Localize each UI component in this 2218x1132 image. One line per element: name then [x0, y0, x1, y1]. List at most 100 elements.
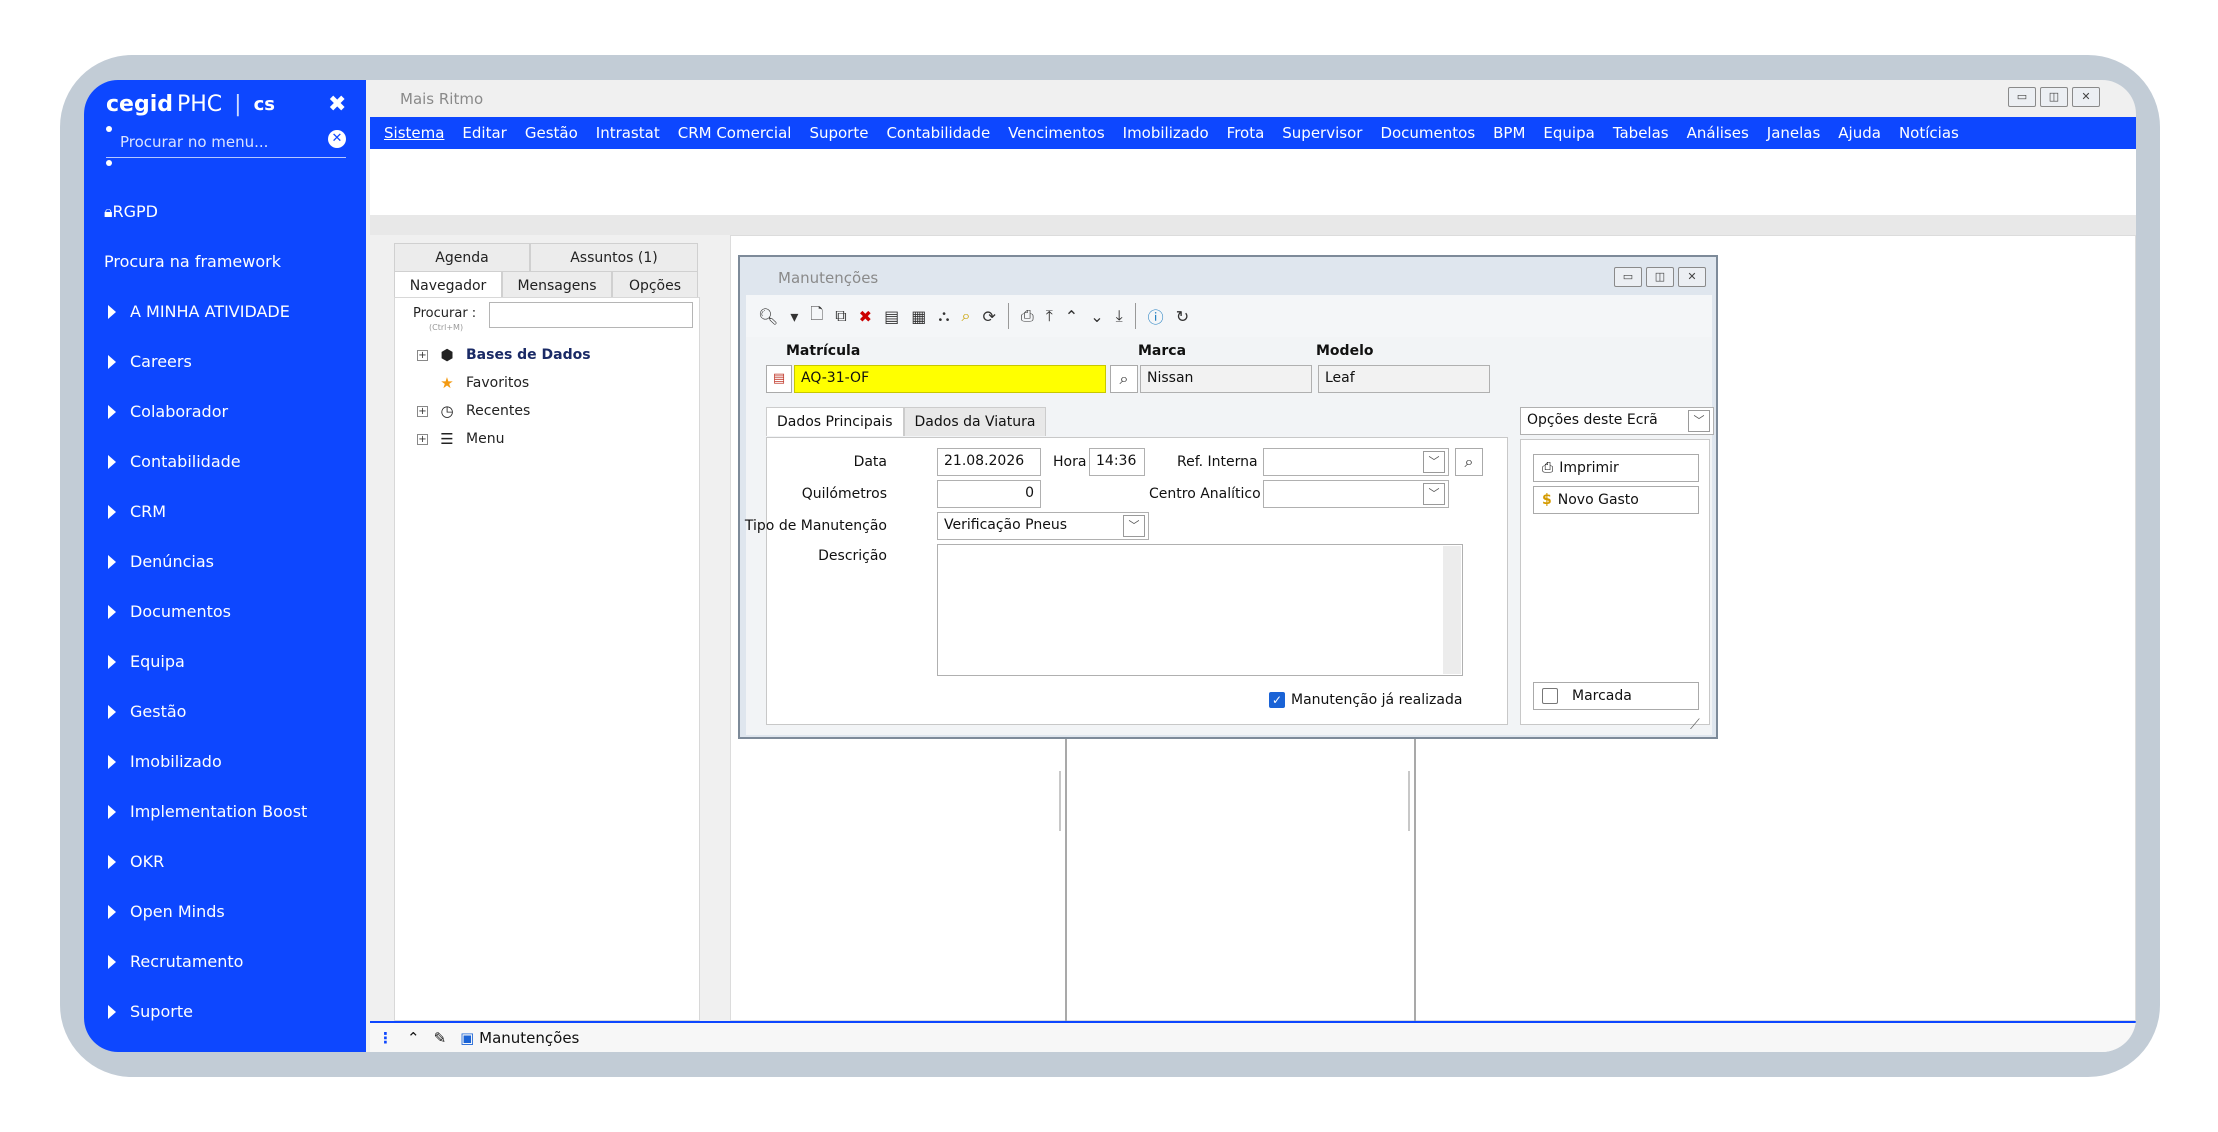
tab-mensagens[interactable]: Mensagens	[502, 271, 612, 300]
sidebar-item-rgpd[interactable]: 🔒︎RGPD	[104, 202, 158, 222]
menu-analises[interactable]: Análises	[1687, 124, 1749, 142]
restore-icon[interactable]: ◫	[1646, 267, 1674, 287]
menu-imobilizado[interactable]: Imobilizado	[1123, 124, 1209, 142]
sync-icon[interactable]: ↻	[1176, 307, 1189, 326]
tree-item-bases-dados[interactable]: + ⬢ Bases de Dados	[417, 346, 591, 364]
imprimir-button[interactable]: ⎙ Imprimir	[1533, 454, 1699, 482]
sidebar-item-gestao[interactable]: Gestão	[108, 702, 186, 721]
tab-agenda[interactable]: Agenda	[394, 243, 530, 272]
descricao-textarea[interactable]	[937, 544, 1463, 676]
sidebar-item-open-minds[interactable]: Open Minds	[108, 902, 225, 921]
menu-editar[interactable]: Editar	[462, 124, 506, 142]
chevron-down-icon[interactable]: ﹀	[1423, 451, 1445, 473]
tab-dados-viatura[interactable]: Dados da Viatura	[903, 407, 1047, 436]
sidebar-item-okr[interactable]: OKR	[108, 852, 164, 871]
sidebar-item-crm[interactable]: CRM	[108, 502, 166, 521]
chevron-down-icon[interactable]: ﹀	[1688, 410, 1710, 432]
menu-noticias[interactable]: Notícias	[1899, 124, 1959, 142]
next-record-icon[interactable]: ⌄	[1090, 307, 1103, 326]
tab-navegador[interactable]: Navegador	[394, 271, 502, 300]
realizada-checkbox[interactable]: ✓	[1269, 692, 1285, 708]
menu-frota[interactable]: Frota	[1227, 124, 1265, 142]
chevron-down-icon[interactable]: ﹀	[1423, 483, 1445, 505]
close-icon[interactable]: ✖	[328, 92, 346, 117]
menu-ajuda[interactable]: Ajuda	[1838, 124, 1881, 142]
record-list-icon[interactable]: ▤	[766, 365, 792, 393]
menu-intrastat[interactable]: Intrastat	[596, 124, 660, 142]
quilometros-field[interactable]: 0	[937, 480, 1041, 508]
expand-icon[interactable]: +	[417, 405, 428, 417]
sidebar-item-framework[interactable]: Procura na framework	[104, 252, 281, 271]
splitter-handle[interactable]	[1408, 771, 1410, 831]
previous-record-icon[interactable]: ⌃	[1065, 307, 1078, 326]
menu-janelas[interactable]: Janelas	[1767, 124, 1821, 142]
menu-search-input[interactable]	[120, 130, 310, 154]
menu-equipa[interactable]: Equipa	[1543, 124, 1594, 142]
tree-item-recentes[interactable]: + ◷ Recentes	[417, 402, 530, 420]
menu-sistema[interactable]: Sistema	[384, 124, 444, 142]
preview-icon[interactable]: ⎙	[1021, 306, 1034, 326]
minimize-icon[interactable]: ▭	[1614, 267, 1642, 287]
restore-icon[interactable]: ◫	[2040, 87, 2068, 107]
matricula-search-icon[interactable]: ⌕	[1110, 365, 1138, 393]
sidebar-item-implementation-boost[interactable]: Implementation Boost	[108, 802, 307, 821]
sidebar-item-denuncias[interactable]: Denúncias	[108, 552, 214, 571]
sidebar-item-documentos[interactable]: Documentos	[108, 602, 231, 621]
search-icon[interactable]: 🔍︎	[758, 307, 778, 326]
hierarchy-icon[interactable]: ⛬	[938, 306, 949, 326]
grip-icon[interactable]: ⋮	[378, 1029, 393, 1047]
close-window-icon[interactable]: ✕	[2072, 87, 2100, 107]
marcada-option[interactable]: Marcada	[1533, 682, 1699, 710]
tab-opcoes[interactable]: Opções	[612, 271, 698, 300]
menu-vencimentos[interactable]: Vencimentos	[1008, 124, 1104, 142]
taskbar-item-manutencoes[interactable]: ▣ Manutenções	[460, 1029, 579, 1047]
menu-suporte[interactable]: Suporte	[809, 124, 868, 142]
sidebar-item-suporte[interactable]: Suporte	[108, 1002, 193, 1021]
descricao-scrollbar[interactable]	[1443, 546, 1461, 674]
sidebar-item-imobilizado[interactable]: Imobilizado	[108, 752, 222, 771]
menu-documentos[interactable]: Documentos	[1380, 124, 1475, 142]
opcoes-ecra-select[interactable]: Opções deste Ecrã	[1520, 407, 1714, 435]
sidebar-item-contabilidade[interactable]: Contabilidade	[108, 452, 241, 471]
chevron-down-icon[interactable]: ﹀	[1123, 515, 1145, 537]
tree-item-favoritos[interactable]: ★ Favoritos	[438, 374, 529, 392]
sidebar-item-colaborador[interactable]: Colaborador	[108, 402, 228, 421]
ref-search-icon[interactable]: ⌕	[1455, 448, 1483, 476]
navigator-search-input[interactable]	[489, 302, 693, 328]
menu-gestao[interactable]: Gestão	[525, 124, 578, 142]
sidebar-item-atividade[interactable]: A MINHA ATIVIDADE	[108, 302, 290, 321]
menu-tabelas[interactable]: Tabelas	[1613, 124, 1669, 142]
dropdown-icon[interactable]: ▾	[790, 307, 798, 326]
tab-dados-principais[interactable]: Dados Principais	[766, 407, 904, 436]
expand-icon[interactable]: +	[417, 433, 428, 445]
tree-item-menu[interactable]: + ☰ Menu	[417, 430, 504, 448]
tab-assuntos[interactable]: Assuntos (1)	[530, 243, 698, 272]
marca-field[interactable]: Nissan	[1140, 365, 1312, 393]
copy-icon[interactable]: ⧉	[835, 306, 846, 326]
form-icon[interactable]: ▤	[884, 307, 899, 326]
grid-icon[interactable]: ▦	[911, 307, 926, 326]
novo-gasto-button[interactable]: $ Novo Gasto	[1533, 486, 1699, 514]
menu-supervisor[interactable]: Supervisor	[1282, 124, 1362, 142]
sidebar-item-recrutamento[interactable]: Recrutamento	[108, 952, 243, 971]
tipo-manutencao-field[interactable]: Verificação Pneus	[937, 512, 1149, 540]
find-record-icon[interactable]: ⌕	[962, 306, 971, 326]
data-field[interactable]: 21.08.2026	[937, 448, 1041, 476]
edit-note-icon[interactable]: ✎	[434, 1029, 447, 1047]
splitter-handle[interactable]	[1059, 771, 1061, 831]
marcada-checkbox[interactable]	[1542, 688, 1558, 704]
delete-icon[interactable]: ✖	[859, 307, 872, 326]
sidebar-item-careers[interactable]: Careers	[108, 352, 192, 371]
centro-analitico-field[interactable]	[1263, 480, 1449, 508]
minimize-icon[interactable]: ▭	[2008, 87, 2036, 107]
menu-contabilidade[interactable]: Contabilidade	[886, 124, 990, 142]
refresh-icon[interactable]: ⟳	[982, 307, 995, 326]
close-window-icon[interactable]: ✕	[1678, 267, 1706, 287]
expand-icon[interactable]: +	[417, 349, 428, 361]
matricula-field[interactable]: AQ-31-OF	[794, 365, 1106, 393]
clear-search-icon[interactable]: ✕	[328, 130, 346, 148]
sidebar-item-equipa[interactable]: Equipa	[108, 652, 185, 671]
first-record-icon[interactable]: ⤒	[1046, 306, 1053, 326]
modelo-field[interactable]: Leaf	[1318, 365, 1490, 393]
hora-field[interactable]: 14:36	[1089, 448, 1145, 476]
